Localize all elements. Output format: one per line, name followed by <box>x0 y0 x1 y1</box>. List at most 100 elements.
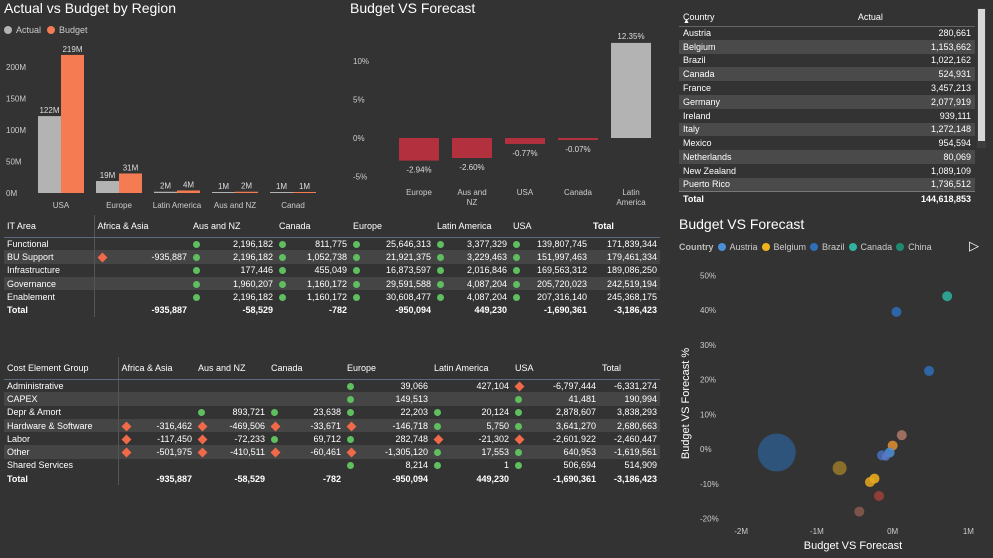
x-tick-label: USA <box>53 201 70 210</box>
table-row[interactable]: New Zealand 1,089,109 <box>679 164 975 178</box>
value-cell: 16,873,597 <box>350 264 434 277</box>
actual-cell: 1,089,109 <box>930 165 971 176</box>
legend-label[interactable]: Belgium <box>774 242 807 252</box>
country-table-scrollbar[interactable] <box>977 8 986 148</box>
chart1-title: Actual vs Budget by Region <box>4 0 176 16</box>
value-cell: 69,712 <box>268 432 344 445</box>
column-header[interactable]: Canada <box>276 215 350 238</box>
value-cell: 41,481 <box>512 392 599 406</box>
column-header[interactable]: USA <box>512 357 599 380</box>
bar-actual-latin-america <box>154 191 177 193</box>
table-row[interactable]: Mexico 954,594 <box>679 136 975 150</box>
legend-label[interactable]: China <box>908 242 932 252</box>
value-cell: 22,203 <box>344 406 431 419</box>
bar-data-label: 219M <box>62 45 82 54</box>
value-cell: 189,086,250 <box>606 265 657 276</box>
table-row[interactable]: Hardware & Software -316,462 -469,506 -33,6… <box>4 418 660 433</box>
col-actual[interactable]: Actual <box>817 8 975 27</box>
scrollbar-thumb[interactable] <box>978 9 985 141</box>
column-header[interactable]: Latin America <box>431 357 512 380</box>
column-header[interactable]: Canada <box>268 357 344 380</box>
value-cell: -1,690,361 <box>552 473 596 484</box>
table-row[interactable]: Ireland 939,111 <box>679 109 975 123</box>
table-row[interactable]: Italy 1,272,148 <box>679 122 975 137</box>
bar-data-label: 31M <box>123 163 139 172</box>
table-row[interactable]: Puerto Rico 1,736,512 <box>679 177 975 192</box>
column-header[interactable]: Total <box>599 357 660 380</box>
country-cell: Ireland <box>683 110 711 121</box>
value-cell: 514,909 <box>624 460 657 471</box>
row-label: Governance <box>4 276 95 291</box>
column-header[interactable]: Cost Element Group <box>4 357 119 380</box>
column-header[interactable]: Aus and NZ <box>195 357 268 380</box>
table-row[interactable]: Other -501,975 -410,511 -60,461 -1,305,120 17… <box>4 445 660 459</box>
budget-vs-forecast-scatter[interactable]: 50% 40% 30% 20% 10% 0% -10% -20% -2M -1M 0M 1M Budge… <box>676 255 993 555</box>
status-green-circle-icon <box>513 280 520 288</box>
x-tick-label: Canada <box>564 188 593 197</box>
sort-asc-icon[interactable]: ▲ <box>683 18 690 25</box>
legend-label[interactable]: Austria <box>730 242 758 252</box>
value-cell <box>195 379 268 392</box>
table-row[interactable]: Labor -117,450 -72,233 69,712 282,748 -21,302… <box>4 432 660 446</box>
column-header[interactable]: Total <box>590 215 660 238</box>
bar-budget-aus-and-nz <box>235 191 258 193</box>
value-cell: 29,591,588 <box>350 276 434 291</box>
table-row[interactable]: Brazil 1,022,162 <box>679 54 975 68</box>
table-row[interactable]: Functional 2,196,182 811,775 25,646,313 3,37… <box>4 237 660 251</box>
table-row[interactable]: BU Support -935,887 2,196,182 1,052,738 21,9… <box>4 250 660 264</box>
column-header[interactable]: IT Area <box>4 215 95 238</box>
column-header[interactable]: USA <box>510 215 590 238</box>
legend-label[interactable]: Canada <box>861 242 893 252</box>
value-cell: 242,519,194 <box>590 276 660 291</box>
column-header[interactable]: Africa & Asia <box>94 215 190 238</box>
legend-label[interactable]: Brazil <box>822 242 845 252</box>
scatter-point <box>891 306 902 317</box>
table-row[interactable]: Netherlands 80,069 <box>679 150 975 164</box>
total-row[interactable]: Total -935,887 -58,529 -782 -950,094 449,230 -… <box>4 303 660 317</box>
actual-vs-budget-chart[interactable]: 200M 150M 100M 50M 0M 122M 219M USA 19M 31M Europe… <box>0 38 345 210</box>
table-row[interactable]: Shared Services 8,214 1 506,694 514,909 <box>4 458 660 473</box>
value-cell: -72,233 <box>195 432 268 445</box>
x-tick-label: America <box>616 198 646 207</box>
table-row[interactable]: Canada 524,931 <box>679 67 975 82</box>
value-cell: 811,775 <box>276 237 350 250</box>
table-row[interactable]: Governance 1,960,207 1,160,172 29,591,588 4,… <box>4 276 660 291</box>
value-cell: -950,094 <box>395 305 431 316</box>
table-row[interactable]: Austria 280,661 <box>679 26 975 40</box>
scatter-point <box>924 365 935 376</box>
table-row[interactable]: CAPEX 149,513 41,481 190,994 <box>4 392 660 406</box>
y-tick-label: 0% <box>700 445 712 454</box>
value-cell: 4,087,204 <box>434 290 510 303</box>
column-header[interactable]: Europe <box>344 357 431 380</box>
table-row[interactable]: Administrative 39,066 427,104 -6,797,444 -6,… <box>4 379 660 393</box>
bar-latin-america <box>611 42 651 138</box>
table-row[interactable]: Infrastructure 177,446 455,049 16,873,597 2,… <box>4 263 660 277</box>
table-row[interactable]: Depr & Amort 893,721 23,638 22,203 20,124 2,8… <box>4 405 660 419</box>
total-row[interactable]: Total -935,887 -58,529 -782 -950,094 449,230 -… <box>4 472 660 486</box>
column-header[interactable]: Africa & Asia <box>118 357 195 380</box>
value-cell: -1,690,361 <box>543 305 587 316</box>
column-header[interactable]: Latin America <box>434 215 510 238</box>
x-tick-label: Latin <box>622 188 639 197</box>
legend-next-icon[interactable]: ▷ <box>969 238 979 254</box>
table-row[interactable]: Germany 2,077,919 <box>679 94 975 109</box>
status-red-diamond-icon <box>97 252 107 263</box>
value-cell: 506,694 <box>512 459 599 472</box>
value-cell: 640,953 <box>512 445 599 459</box>
status-green-circle-icon <box>193 267 200 275</box>
table-row[interactable]: Enablement 2,196,182 1,160,172 30,608,477 4,… <box>4 290 660 304</box>
col-country[interactable]: Country <box>679 8 818 27</box>
value-cell <box>94 290 190 303</box>
table-row[interactable]: France 3,457,213 <box>679 81 975 95</box>
value-cell <box>118 459 195 472</box>
column-header[interactable]: Europe <box>350 215 434 238</box>
column-header[interactable]: Aus and NZ <box>190 215 276 238</box>
table-row[interactable]: Belgium 1,153,662 <box>679 39 975 54</box>
value-cell: 3,641,270 <box>512 418 599 433</box>
budget-vs-forecast-bar-chart[interactable]: 10% 5% 0% -5% -2.94% Europe -2.60% Aus andNZ -0.… <box>345 22 665 212</box>
value-cell: 449,230 <box>476 473 509 484</box>
status-green-circle-icon <box>193 293 200 301</box>
scatter-point <box>854 506 865 517</box>
value-cell: 207,316,140 <box>510 290 590 303</box>
bar-actual-aus-and-nz <box>212 192 235 193</box>
